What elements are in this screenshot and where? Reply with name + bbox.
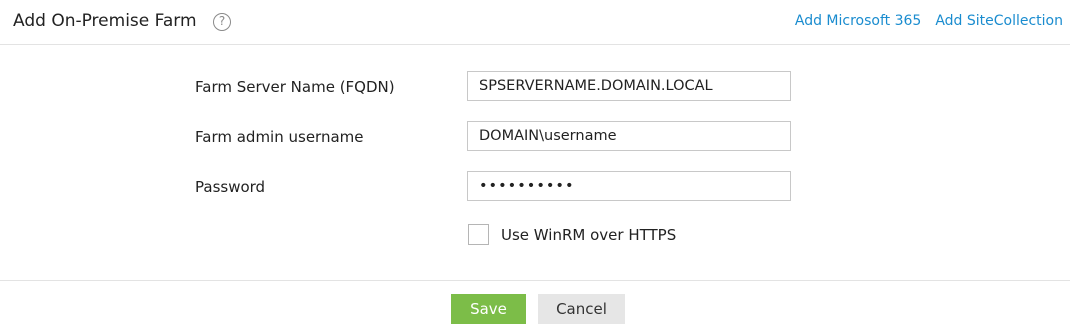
server-name-label: Farm Server Name (FQDN) — [195, 78, 395, 96]
password-label: Password — [195, 178, 266, 196]
save-button[interactable]: Save — [451, 294, 526, 324]
winrm-https-checkbox[interactable] — [468, 224, 489, 245]
add-microsoft-365-link[interactable]: Add Microsoft 365 — [795, 13, 921, 29]
footer-divider — [0, 280, 1070, 281]
header-links: Add Microsoft 365 Add SiteCollection — [795, 13, 1063, 29]
help-icon[interactable]: ? — [213, 13, 231, 31]
page-header: Add On-Premise Farm ? Add Microsoft 365 … — [0, 0, 1070, 45]
add-sitecollection-link[interactable]: Add SiteCollection — [935, 13, 1063, 29]
cancel-button[interactable]: Cancel — [538, 294, 625, 324]
winrm-https-label[interactable]: Use WinRM over HTTPS — [501, 226, 676, 244]
password-input[interactable] — [467, 171, 791, 201]
admin-username-label: Farm admin username — [195, 128, 364, 146]
server-name-input[interactable] — [467, 71, 791, 101]
page-title: Add On-Premise Farm — [13, 11, 197, 31]
admin-username-input[interactable] — [467, 121, 791, 151]
